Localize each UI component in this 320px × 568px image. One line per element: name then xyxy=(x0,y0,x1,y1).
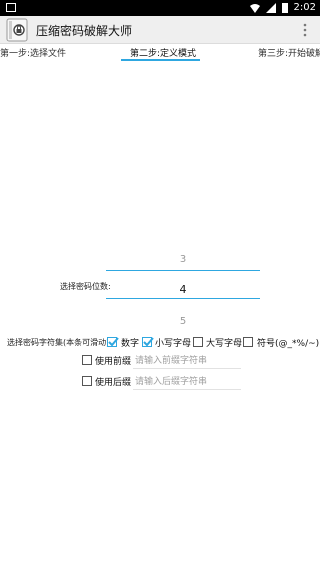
tab-select-file[interactable]: 第一步:选择文件 xyxy=(0,46,66,59)
checkbox-lowercase[interactable] xyxy=(142,337,154,347)
prefix-row: 使用前缀 xyxy=(0,351,320,371)
app-toolbar: 压缩密码破解大师 xyxy=(0,16,320,44)
check-icon xyxy=(108,337,119,347)
suffix-label: 使用后缀 xyxy=(95,378,132,388)
checkbox-prefix[interactable] xyxy=(82,355,92,365)
charset-uppercase-label: 大写字母 xyxy=(206,339,243,349)
step-tabs: 第一步:选择文件 第二步:定义模式 第三步:开始破解 xyxy=(0,44,320,62)
digits-label: 选择密码位数: xyxy=(60,282,111,291)
check-icon xyxy=(143,337,154,347)
suffix-row: 使用后缀 xyxy=(0,372,320,392)
picker-next-value: 5 xyxy=(179,316,187,327)
suffix-input[interactable] xyxy=(133,374,241,390)
tab-define-mode[interactable]: 第二步:定义模式 xyxy=(130,46,196,59)
prefix-label: 使用前缀 xyxy=(95,357,132,367)
battery-icon xyxy=(281,3,288,13)
status-bar: 2:02 xyxy=(0,0,320,16)
status-time: 2:02 xyxy=(293,2,316,13)
charset-label: 选择密码字符集(本条可滑动): xyxy=(7,338,112,347)
digit-picker-current[interactable]: 4 xyxy=(106,278,260,297)
image-notification-icon xyxy=(6,3,16,12)
picker-prev-value: 3 xyxy=(179,254,187,265)
prefix-input[interactable] xyxy=(133,353,241,369)
app-lock-icon xyxy=(6,18,28,42)
picker-divider-bottom xyxy=(106,298,260,299)
page-title: 压缩密码破解大师 xyxy=(36,24,133,38)
picker-current-value: 4 xyxy=(179,283,187,296)
charset-row[interactable]: 选择密码字符集(本条可滑动): 数字 小写字母 大写字母 符号(@_*%/~) xyxy=(0,334,320,350)
checkbox-uppercase[interactable] xyxy=(193,337,203,347)
tab-start-crack[interactable]: 第三步:开始破解 xyxy=(258,46,320,59)
status-icons: 2:02 xyxy=(249,1,316,15)
digit-picker-prev[interactable]: 3 xyxy=(106,247,260,266)
checkbox-digits[interactable] xyxy=(107,337,119,347)
checkbox-symbols[interactable] xyxy=(243,337,253,347)
digit-picker-next[interactable]: 5 xyxy=(106,309,260,328)
picker-divider-top xyxy=(106,270,260,271)
checkbox-suffix[interactable] xyxy=(82,376,92,386)
charset-lowercase-label: 小写字母 xyxy=(155,339,192,349)
signal-icon xyxy=(265,3,276,13)
wifi-icon xyxy=(249,4,260,13)
charset-digits-label: 数字 xyxy=(121,339,140,349)
active-tab-indicator xyxy=(121,59,200,61)
charset-symbols-label: 符号(@_*%/~) xyxy=(257,339,320,349)
overflow-menu-icon[interactable] xyxy=(302,22,308,38)
